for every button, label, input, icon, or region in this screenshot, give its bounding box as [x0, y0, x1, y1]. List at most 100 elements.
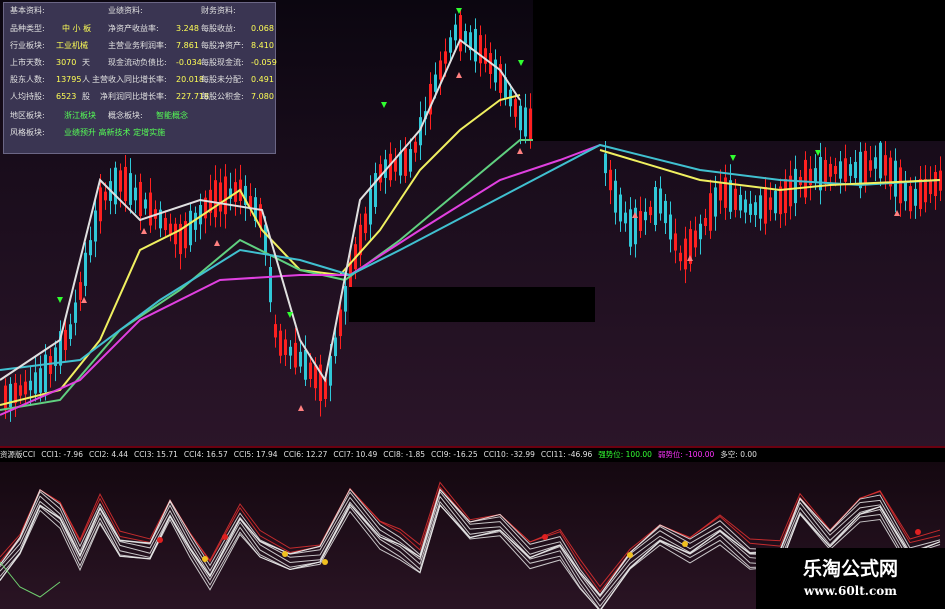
info-label: 上市天数: — [10, 58, 45, 67]
candle-body — [864, 150, 867, 186]
cci-indicator-bar: 资源版CCI CCI1: -7.96 CCI2: 4.44 CCI3: 15.71 CC… — [0, 448, 945, 462]
candle-body — [784, 178, 787, 214]
candle-body — [269, 267, 272, 303]
info-value: 中 小 板 — [62, 24, 92, 33]
candle-body — [124, 166, 127, 202]
financial-header: 财务资料: — [201, 6, 236, 15]
candle-body — [74, 302, 77, 323]
candle-body — [134, 187, 137, 201]
top-signal-icon — [157, 537, 163, 543]
top-signal-icon — [542, 534, 548, 540]
info-label: 净资产收益率: — [108, 24, 159, 33]
candle-body — [289, 346, 292, 356]
candle-body — [624, 212, 627, 224]
candle-body — [4, 385, 7, 411]
candle-body — [894, 160, 897, 197]
candle-body — [774, 190, 777, 214]
candle-body — [119, 170, 122, 192]
candle-body — [439, 60, 442, 80]
info-value: 浙江板块 — [64, 111, 96, 120]
candle-body — [169, 223, 172, 235]
sell-arrow-icon — [517, 148, 523, 154]
candle-body — [904, 182, 907, 202]
candle-body — [39, 368, 42, 393]
info-value: 业绩预升 高新技术 定增实施 — [64, 128, 166, 137]
candle-body — [24, 381, 27, 395]
buy-arrow-icon — [57, 297, 63, 303]
candle-body — [84, 252, 87, 286]
cci-value-8: CCI8: -1.85 — [383, 450, 426, 459]
info-label: 人 — [82, 75, 90, 84]
info-label: 风格板块: — [10, 128, 45, 137]
cci-value-7: CCI7: 10.49 — [333, 450, 378, 459]
info-value: 6523 — [56, 92, 77, 101]
candle-body — [34, 372, 37, 394]
candle-body — [304, 349, 307, 380]
info-value: -0.034 — [176, 58, 202, 67]
candle-body — [934, 171, 937, 197]
candle-body — [219, 182, 222, 212]
blank-overlay — [533, 0, 945, 141]
sell-arrow-icon — [456, 72, 462, 78]
candle-body — [479, 35, 482, 64]
candle-body — [814, 168, 817, 183]
ma-line-magenta — [0, 144, 601, 416]
buy-arrow-icon — [518, 60, 524, 66]
candle-body — [824, 159, 827, 185]
cci-value-0: 资源版CCI — [0, 450, 36, 459]
sell-arrow-icon — [298, 405, 304, 411]
candle-body — [869, 160, 872, 171]
info-label: 每股净资产: — [201, 41, 244, 50]
sell-arrow-icon — [632, 212, 638, 218]
candle-body — [29, 380, 32, 391]
candle-body — [519, 105, 522, 131]
candle-body — [724, 177, 727, 208]
candle-body — [49, 356, 52, 374]
candle-body — [639, 211, 642, 231]
info-label: 每股未分配: — [201, 75, 244, 84]
candle-body — [649, 206, 652, 216]
info-label: 股东人数: — [10, 75, 45, 84]
candle-body — [164, 217, 167, 231]
candle-body — [694, 230, 697, 248]
candle-body — [474, 28, 477, 62]
candle-body — [224, 176, 227, 215]
candle-body — [104, 191, 107, 201]
cci-value-1: CCI1: -7.96 — [41, 450, 83, 459]
info-value: 7.080 — [251, 92, 274, 101]
cci-value-14: 多空: 0.00 — [720, 450, 757, 459]
screen: 基本资料: 业绩资料: 财务资料: 品种类型: 中 小 板 净资产收益率: 3.248… — [0, 0, 945, 609]
candle-body — [189, 210, 192, 246]
info-value: 7.861 — [176, 41, 199, 50]
buy-arrow-icon — [456, 8, 462, 14]
candle-body — [849, 164, 852, 176]
cci-value-3: CCI3: 15.71 — [134, 450, 178, 459]
candle-body — [714, 187, 717, 217]
candle-body — [314, 365, 317, 389]
candle-body — [794, 168, 797, 204]
candle-body — [149, 192, 152, 226]
candle-body — [684, 238, 687, 270]
cci-value-2: CCI2: 4.44 — [88, 450, 129, 459]
candle-body — [444, 51, 447, 64]
candle-body — [144, 199, 147, 209]
candle-body — [659, 188, 662, 214]
candle-body — [449, 37, 452, 53]
candle-body — [299, 351, 302, 367]
candle-body — [409, 149, 412, 172]
candle-body — [334, 337, 337, 357]
info-value: 工业机械 — [56, 41, 88, 50]
info-label: 概念板块: — [108, 111, 143, 120]
candle-body — [704, 217, 707, 227]
stock-info-panel: 基本资料: 业绩资料: 财务资料: 品种类型: 中 小 板 净资产收益率: 3.248… — [3, 2, 277, 154]
info-value: 0.068 — [251, 24, 274, 33]
info-value: 智能概念 — [156, 111, 188, 120]
candle-body — [929, 180, 932, 195]
candle-body — [364, 213, 367, 234]
candle-body — [764, 187, 767, 224]
info-label: 现金流动负债比: — [108, 58, 167, 67]
candle-body — [369, 188, 372, 225]
candle-body — [19, 385, 22, 396]
cci-value-10: CCI10: -32.99 — [483, 450, 535, 459]
buy-arrow-icon — [381, 102, 387, 108]
